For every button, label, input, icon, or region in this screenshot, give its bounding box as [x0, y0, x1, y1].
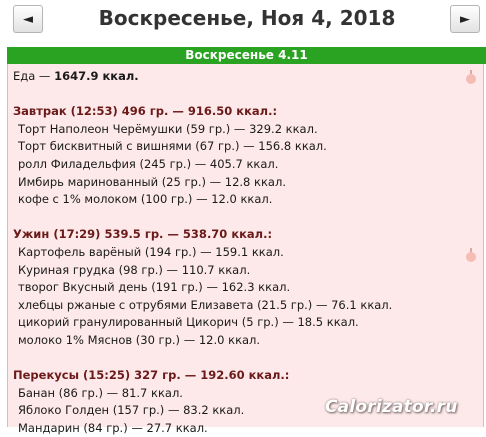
- food-item: Торт Наполеон Черёмушки (59 гр.) — 329.2…: [18, 121, 318, 136]
- day-total-label: Еда —: [13, 69, 55, 83]
- food-item: Мандарин (84 гр.) — 27.7 ккал.: [18, 420, 208, 435]
- food-item: Торт бисквитный с вишнями (67 гр.) — 156…: [18, 139, 327, 154]
- food-item: хлебцы ржаные с отрубями Елизавета (21.5…: [18, 297, 393, 312]
- apple-icon: [466, 248, 476, 262]
- diary-content: Еда — 1647.9 ккал. Завтрак (12:53) 496 г…: [8, 64, 483, 437]
- food-item: творог Вкусный день (191 гр.) — 162.3 кк…: [18, 280, 291, 295]
- food-item: цикорий гранулированный Цикорич (5 гр.) …: [18, 315, 359, 330]
- apple-icon: [466, 70, 476, 84]
- meal-dinner: Ужин (17:29) 539.5 гр. — 538.70 ккал.: К…: [13, 226, 483, 349]
- day-header: Воскресенье 4.11: [7, 47, 486, 64]
- date-navigation-bar: ◄ Воскресенье, Ноя 4, 2018 ►: [0, 0, 486, 42]
- food-item: молоко 1% Мяснов (30 гр.) — 12.0 ккал.: [18, 332, 261, 347]
- food-item: Куриная грудка (98 гр.) — 110.7 ккал.: [18, 262, 251, 277]
- day-total: Еда — 1647.9 ккал.: [13, 68, 483, 86]
- next-day-button[interactable]: ►: [450, 5, 480, 33]
- meal-header: Завтрак (12:53) 496 гр. — 916.50 ккал.:: [13, 104, 278, 119]
- meal-header: Ужин (17:29) 539.5 гр. — 538.70 ккал.:: [13, 227, 273, 242]
- watermark: Calorizator.ru: [325, 397, 458, 417]
- previous-day-button[interactable]: ◄: [13, 5, 43, 33]
- day-total-value: 1647.9 ккал.: [54, 69, 139, 83]
- food-item: кофе с 1% молоком (100 гр.) — 12.0 ккал.: [18, 192, 273, 207]
- food-diary-panel: Еда — 1647.9 ккал. Завтрак (12:53) 496 г…: [7, 64, 484, 435]
- meal-header: Перекусы (15:25) 327 гр. — 192.60 ккал.:: [13, 368, 290, 383]
- meal-breakfast: Завтрак (12:53) 496 гр. — 916.50 ккал.: …: [13, 103, 483, 209]
- food-item: ролл Филадельфия (245 гр.) — 405.7 ккал.: [18, 156, 279, 171]
- food-item: Имбирь маринованный (25 гр.) — 12.8 ккал…: [18, 174, 286, 189]
- food-item: Картофель варёный (194 гр.) — 159.1 ккал…: [18, 244, 284, 259]
- date-title: Воскресенье, Ноя 4, 2018: [98, 6, 396, 30]
